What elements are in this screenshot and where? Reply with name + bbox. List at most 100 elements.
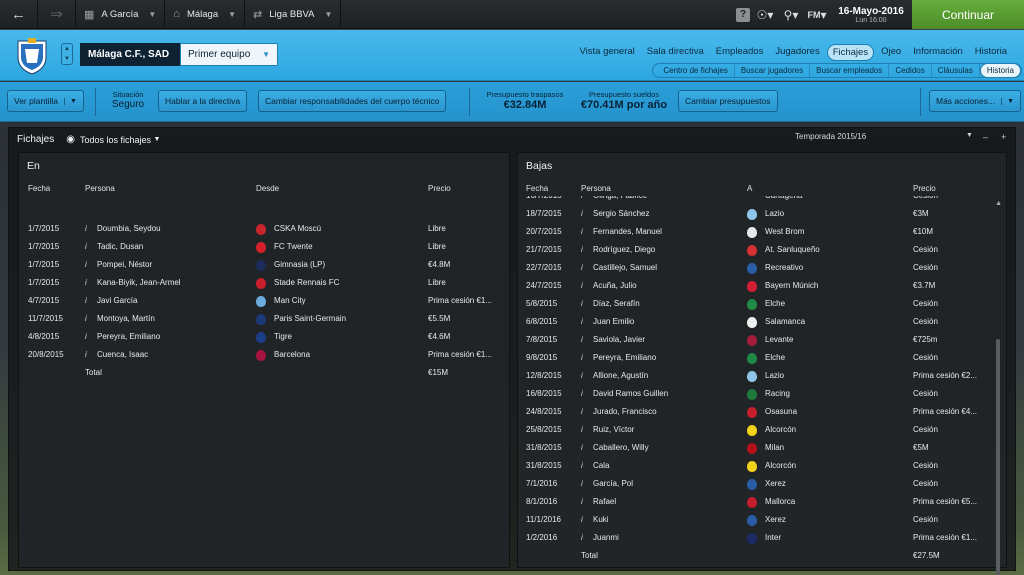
table-row[interactable]: i 18/7/2015 Sergio Sánchez Lazio €3M [518, 205, 988, 223]
club-switch-stepper[interactable]: ▲ ▼ [61, 43, 73, 65]
filter-dropdown[interactable]: ◉ Todos los fichajes ▼ [66, 134, 160, 145]
tab-sala-directiva[interactable]: Sala directiva [642, 44, 709, 61]
breadcrumb-club[interactable]: ⌂ Málaga ▼ [165, 0, 246, 29]
person-cell[interactable]: Rodríguez, Diego [593, 245, 655, 254]
club-cell[interactable]: CSKA Moscú [274, 224, 321, 233]
club-cell[interactable]: Racing [765, 389, 790, 398]
info-icon[interactable]: i [581, 425, 583, 434]
fm-menu[interactable]: FM ▾ [806, 5, 828, 25]
table-row[interactable]: i 8/1/2016 Rafael Mallorca Prima cesión €5..… [518, 493, 988, 511]
subtab-historia[interactable]: Historia [979, 63, 1021, 78]
club-cell[interactable]: Barcelona [274, 350, 310, 359]
tab-informacion[interactable]: Información [908, 44, 968, 61]
table-row[interactable]: i 7/1/2016 García, Pol Xerez Cesión [518, 475, 988, 493]
minimize-icon[interactable]: – [983, 132, 988, 142]
info-icon[interactable]: i [581, 196, 583, 200]
ver-plantilla-button[interactable]: Ver plantilla ▼ [7, 90, 84, 112]
club-cell[interactable]: Inter [765, 533, 781, 542]
info-icon[interactable]: i [581, 443, 583, 452]
person-cell[interactable]: Kuki [593, 515, 609, 524]
person-cell[interactable]: Juan Emilio [593, 317, 634, 326]
info-icon[interactable]: i [581, 299, 583, 308]
person-cell[interactable]: Sergio Sánchez [593, 209, 649, 218]
info-icon[interactable]: i [581, 533, 583, 542]
breadcrumb-manager[interactable]: ▦ A García ▼ [76, 0, 166, 29]
tab-fichajes[interactable]: Fichajes [826, 44, 875, 61]
mas-acciones-button[interactable]: Más acciones... ▼ [929, 90, 1021, 112]
person-cell[interactable]: Rafael [593, 497, 616, 506]
club-cell[interactable]: Milan [765, 443, 784, 452]
person-cell[interactable]: Allione, Agustín [593, 371, 648, 380]
club-name[interactable]: Málaga C.F., SAD [80, 43, 180, 66]
col-a[interactable]: A [747, 184, 752, 193]
person-cell[interactable]: David Ramos Guillen [593, 389, 668, 398]
person-cell[interactable]: Saviola, Javier [593, 335, 645, 344]
table-row[interactable]: i 1/7/2015 Kana-Biyik, Jean-Armel Stade Ren… [19, 274, 509, 292]
club-cell[interactable]: Osasuna [765, 407, 797, 416]
club-cell[interactable]: Stade Rennais FC [274, 278, 339, 287]
info-icon[interactable]: i [581, 353, 583, 362]
table-row[interactable]: i 31/8/2015 Caballero, Willy Milan €5M [518, 439, 988, 457]
person-cell[interactable]: Juanmi [593, 533, 619, 542]
person-cell[interactable]: Doumbia, Seydou [97, 224, 161, 233]
table-row[interactable]: i 31/8/2015 Cala Alcorcón Cesión [518, 457, 988, 475]
info-icon[interactable]: i [581, 245, 583, 254]
info-icon[interactable]: i [581, 515, 583, 524]
person-cell[interactable]: Caballero, Willy [593, 443, 649, 452]
club-cell[interactable]: FC Twente [274, 242, 313, 251]
table-row[interactable]: i 1/7/2015 Doumbia, Seydou CSKA Moscú Libre [19, 220, 509, 238]
forward-arrow-icon[interactable]: ⇒ [38, 0, 76, 29]
table-row[interactable]: i 9/8/2015 Pereyra, Emiliano Elche Cesión [518, 349, 988, 367]
info-icon[interactable]: i [581, 389, 583, 398]
info-icon[interactable]: i [581, 281, 583, 290]
col-precio[interactable]: Precio [428, 184, 451, 193]
person-cell[interactable]: García, Pol [593, 479, 633, 488]
person-cell[interactable]: Pereyra, Emiliano [593, 353, 656, 362]
tab-empleados[interactable]: Empleados [711, 44, 769, 61]
info-icon[interactable]: i [85, 314, 87, 323]
table-row[interactable]: i 1/7/2015 Tadic, Dusan FC Twente Libre [19, 238, 509, 256]
club-cell[interactable]: Lazio [765, 371, 784, 380]
info-icon[interactable]: i [581, 209, 583, 218]
add-icon[interactable]: + [1001, 132, 1006, 142]
tab-jugadores[interactable]: Jugadores [770, 44, 824, 61]
info-icon[interactable]: i [85, 242, 87, 251]
club-cell[interactable]: Alcorcón [765, 461, 796, 470]
info-icon[interactable]: i [581, 335, 583, 344]
club-crest-icon[interactable] [16, 37, 48, 75]
person-cell[interactable]: Castillejo, Samuel [593, 263, 657, 272]
table-row[interactable]: i 21/7/2015 Rodríguez, Diego At. Sanluqueño… [518, 241, 988, 259]
search-icon[interactable]: ⚲▾ [780, 5, 802, 25]
person-cell[interactable]: Jurado, Francisco [593, 407, 657, 416]
hablar-directiva-button[interactable]: Hablar a la directiva [158, 90, 248, 112]
info-icon[interactable]: i [85, 224, 87, 233]
table-row[interactable]: i 1/7/2015 Pompei, Néstor Gimnasia (LP) €4.8… [19, 256, 509, 274]
person-cell[interactable]: Montoya, Martín [97, 314, 155, 323]
club-cell[interactable]: West Brom [765, 227, 804, 236]
club-cell[interactable]: Paris Saint-Germain [274, 314, 346, 323]
table-row[interactable]: i 12/8/2015 Allione, Agustín Lazio Prima ces… [518, 367, 988, 385]
col-precio[interactable]: Precio [913, 184, 936, 193]
breadcrumb-league[interactable]: ⇄ Liga BBVA ▼ [245, 0, 342, 29]
table-row[interactable]: i 16/7/2015 Olinga, Fabrice Cartagena Cesión [518, 196, 988, 205]
info-icon[interactable]: i [581, 407, 583, 416]
person-cell[interactable]: Díaz, Serafín [593, 299, 640, 308]
back-arrow-icon[interactable]: ← [0, 0, 38, 29]
col-desde[interactable]: Desde [256, 184, 279, 193]
person-cell[interactable]: Ruiz, Víctor [593, 425, 634, 434]
club-cell[interactable]: Gimnasia (LP) [274, 260, 325, 269]
table-row[interactable]: i 22/7/2015 Castillejo, Samuel Recreativo Ce… [518, 259, 988, 277]
club-cell[interactable]: Recreativo [765, 263, 803, 272]
table-row[interactable]: i 25/8/2015 Ruiz, Víctor Alcorcón Cesión [518, 421, 988, 439]
col-persona[interactable]: Persona [581, 184, 611, 193]
club-cell[interactable]: Alcorcón [765, 425, 796, 434]
subtab-buscar-empleados[interactable]: Buscar empleados [810, 64, 890, 77]
club-cell[interactable]: Xerez [765, 515, 786, 524]
club-cell[interactable]: Lazio [765, 209, 784, 218]
bajas-scroll-area[interactable]: i 16/7/2015 Olinga, Fabrice Cartagena Cesión… [518, 196, 988, 566]
club-cell[interactable]: Elche [765, 299, 785, 308]
cambiar-presupuestos-button[interactable]: Cambiar presupuestos [678, 90, 778, 112]
club-cell[interactable]: Elche [765, 353, 785, 362]
cambiar-responsabilidades-button[interactable]: Cambiar responsabilidades del cuerpo téc… [258, 90, 447, 112]
col-persona[interactable]: Persona [85, 184, 115, 193]
